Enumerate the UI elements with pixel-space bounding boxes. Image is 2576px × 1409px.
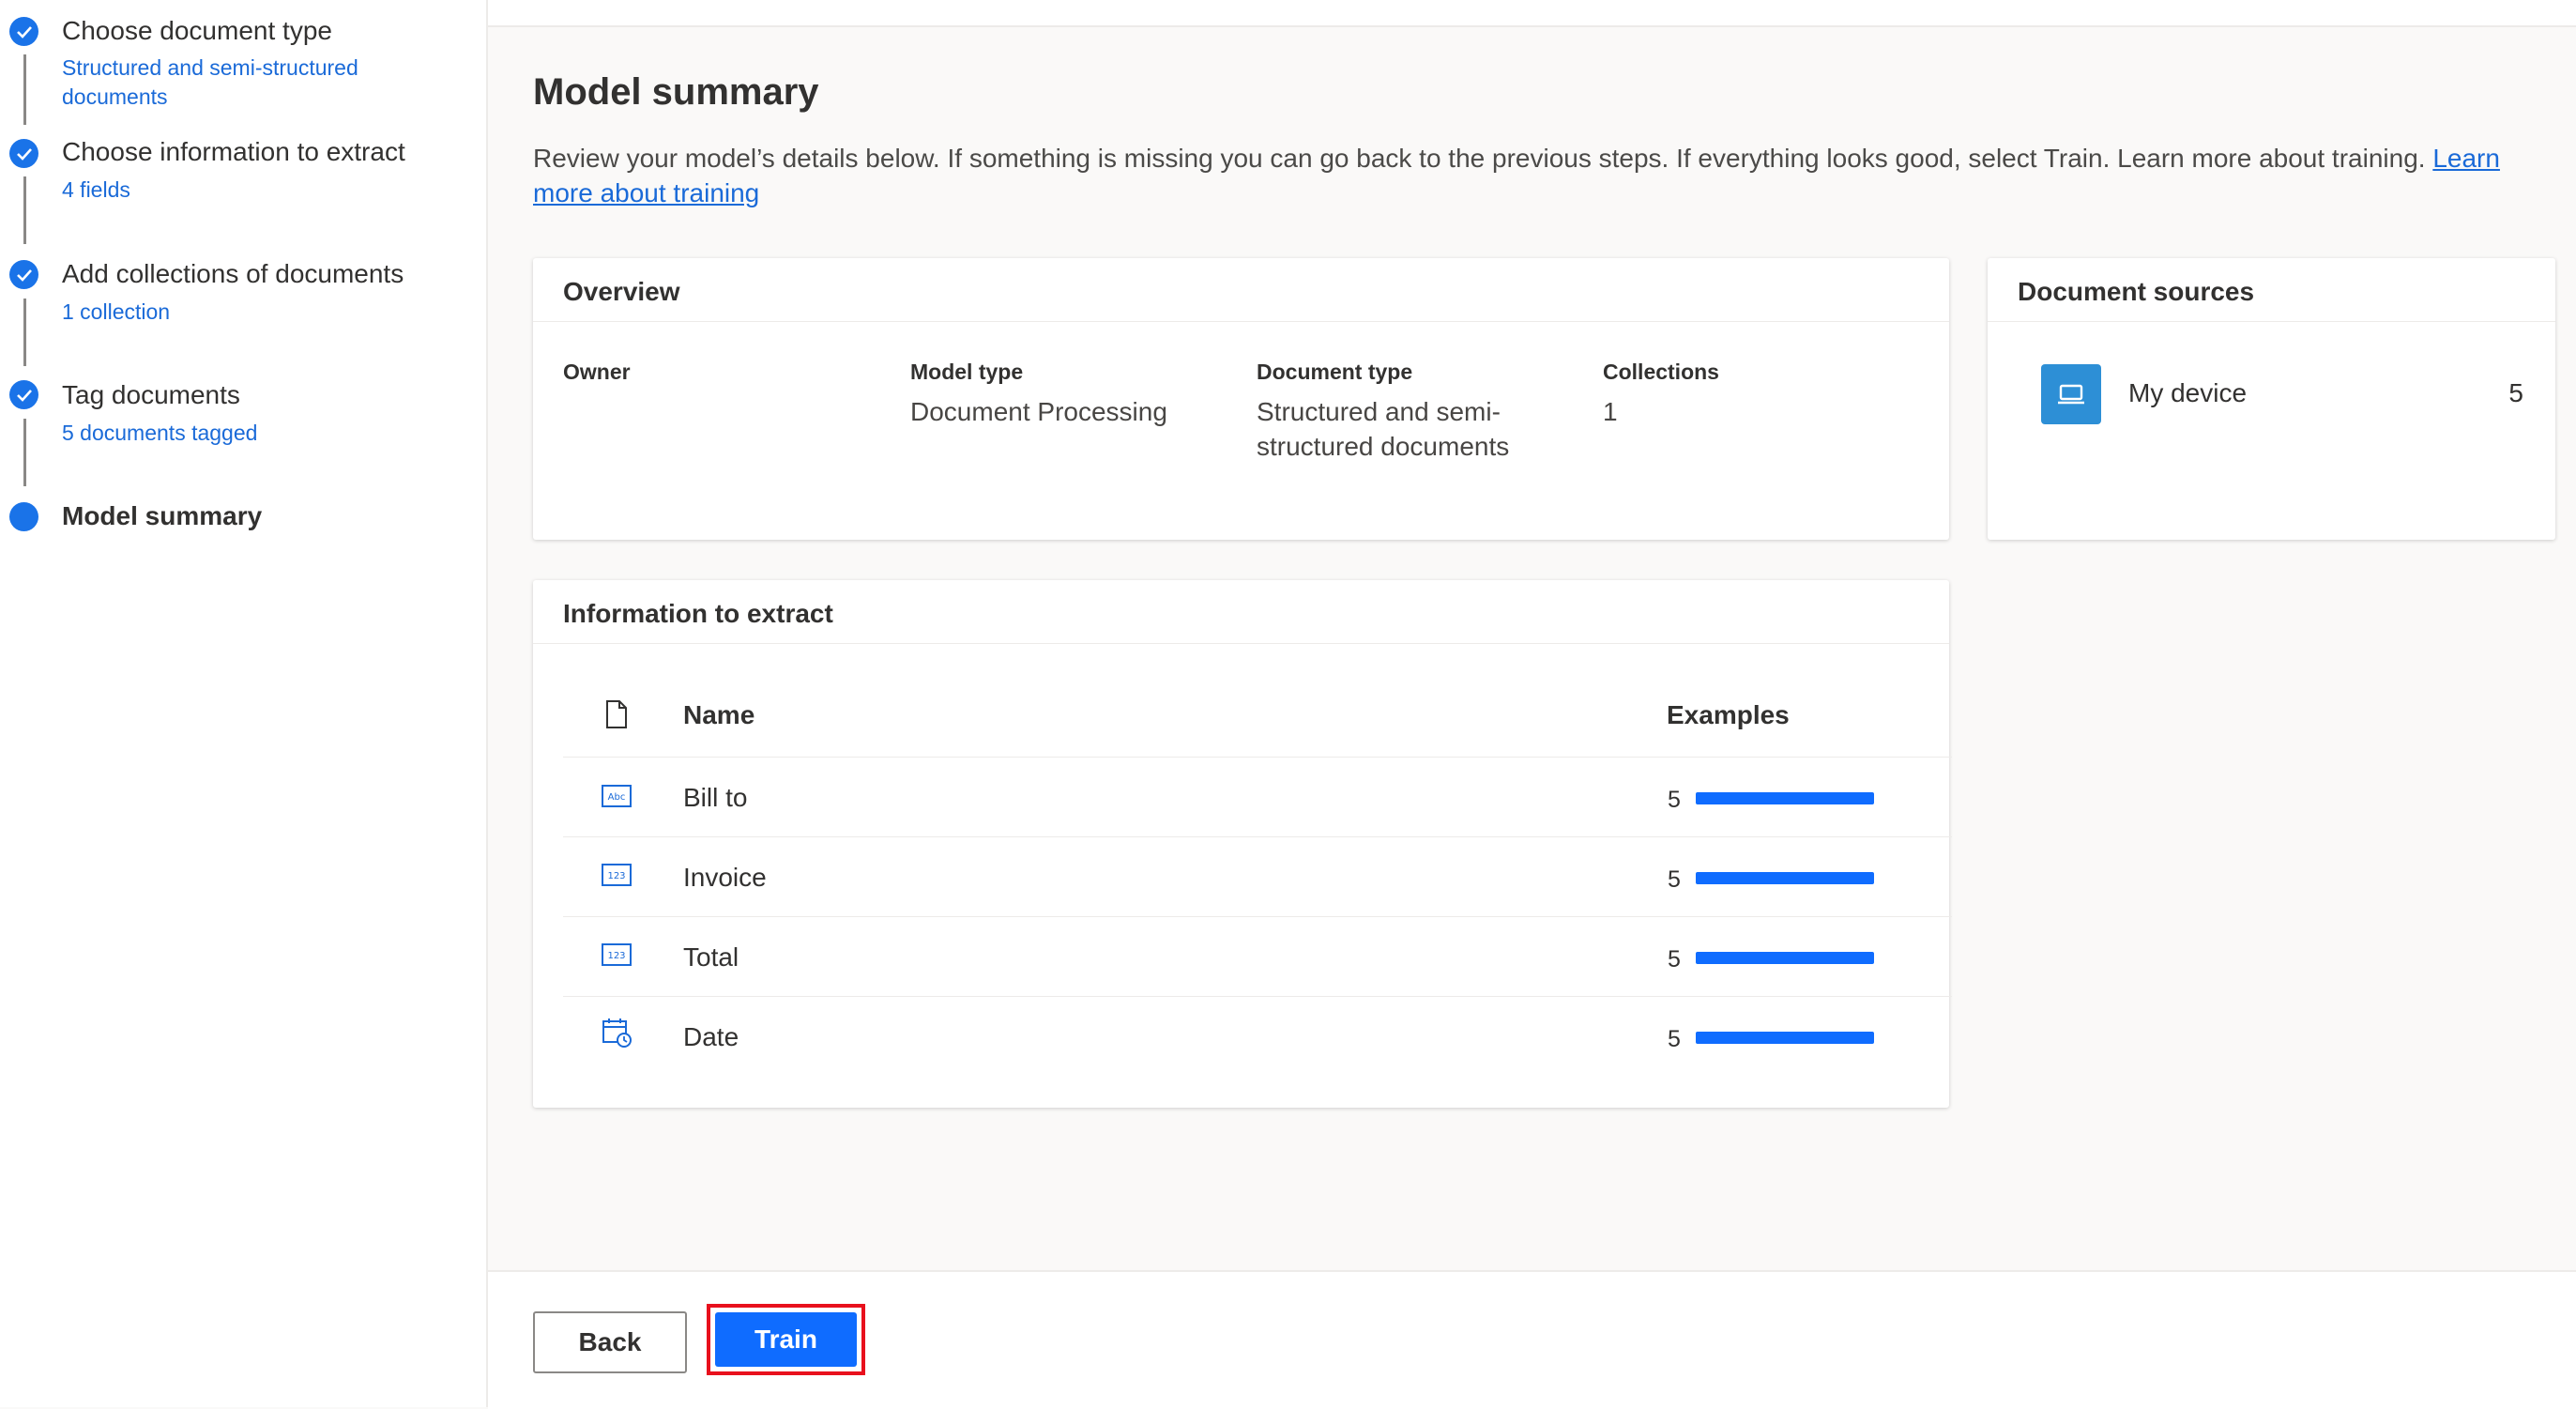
card-header: Information to extract <box>533 580 1949 644</box>
number-field-icon: 123 <box>601 939 633 971</box>
page-title: Model summary <box>533 71 819 114</box>
step-title: Choose document type <box>62 16 332 46</box>
checkmark-icon <box>9 139 38 168</box>
example-count: 5 <box>1668 866 1681 894</box>
document-type-label: Document type <box>1257 360 1412 385</box>
collections-label: Collections <box>1603 360 1719 385</box>
step-title: Choose information to extract <box>62 137 405 167</box>
train-button[interactable]: Train <box>715 1312 857 1367</box>
model-type-value: Document Processing <box>910 394 1229 429</box>
field-name: Total <box>683 942 739 973</box>
model-type-label: Model type <box>910 360 1023 385</box>
svg-text:123: 123 <box>607 871 625 881</box>
step-title: Add collections of documents <box>62 259 404 289</box>
card-header: Document sources <box>1988 258 2555 322</box>
laptop-icon <box>2041 364 2101 424</box>
card-title: Document sources <box>2018 277 2254 307</box>
examples-progress-bar <box>1696 792 1874 804</box>
card-header: Overview <box>533 258 1949 322</box>
examples-progress-bar <box>1696 872 1874 884</box>
step-title: Tag documents <box>62 380 240 410</box>
step-subtitle[interactable]: 1 collection <box>62 298 170 327</box>
field-name: Invoice <box>683 863 767 893</box>
example-count: 5 <box>1668 1026 1681 1053</box>
top-bar <box>488 0 2576 27</box>
svg-text:123: 123 <box>607 951 625 961</box>
card-title: Overview <box>563 277 680 307</box>
number-field-icon: 123 <box>601 859 633 891</box>
table-row[interactable]: 123 Invoice 5 <box>563 836 1952 917</box>
checkmark-icon <box>9 380 38 409</box>
column-header-examples: Examples <box>1667 700 1790 730</box>
step-title: Model summary <box>62 501 262 531</box>
information-to-extract-card: Information to extract Name Examples Abc… <box>533 580 1949 1108</box>
collections-value: 1 <box>1603 394 1618 429</box>
document-icon <box>601 698 633 730</box>
examples-progress-bar <box>1696 1032 1874 1044</box>
step-connector <box>23 54 26 125</box>
example-count: 5 <box>1668 946 1681 973</box>
owner-label: Owner <box>563 360 631 385</box>
table-row[interactable]: 123 Total 5 <box>563 916 1952 997</box>
checkmark-icon <box>9 260 38 289</box>
step-connector <box>23 299 26 366</box>
svg-text:Abc: Abc <box>608 792 626 803</box>
example-count: 5 <box>1668 787 1681 814</box>
footer-bar: Back Train <box>488 1270 2576 1409</box>
examples-progress-bar <box>1696 952 1874 964</box>
column-header-name: Name <box>683 700 755 730</box>
back-button[interactable]: Back <box>533 1311 687 1373</box>
step-subtitle[interactable]: 5 documents tagged <box>62 419 257 448</box>
card-title: Information to extract <box>563 599 833 629</box>
table-row[interactable]: Abc Bill to 5 <box>563 757 1952 837</box>
page-description: Review your model’s details below. If so… <box>533 141 2513 210</box>
checkmark-icon <box>9 17 38 46</box>
text-field-icon: Abc <box>601 780 633 812</box>
wizard-sidebar: Choose document type Structured and semi… <box>0 0 488 1407</box>
description-text: Review your model’s details below. If so… <box>533 144 2432 173</box>
source-label: My device <box>2128 378 2247 408</box>
step-subtitle[interactable]: 4 fields <box>62 176 130 205</box>
source-count: 5 <box>2508 378 2523 408</box>
document-type-value: Structured and semi-structured documents <box>1257 394 1538 464</box>
step-connector <box>23 419 26 486</box>
document-sources-card: Document sources My device 5 <box>1988 258 2555 540</box>
current-step-indicator <box>9 502 38 531</box>
table-row[interactable]: Date 5 <box>563 996 1952 1076</box>
field-name: Date <box>683 1022 739 1052</box>
step-connector <box>23 176 26 244</box>
overview-card: Overview Owner Model type Document Proce… <box>533 258 1949 540</box>
date-field-icon <box>601 1017 633 1049</box>
step-subtitle[interactable]: Structured and semi-structured documents <box>62 54 419 112</box>
field-name: Bill to <box>683 783 747 813</box>
table-header-row: Name Examples <box>563 644 1952 758</box>
